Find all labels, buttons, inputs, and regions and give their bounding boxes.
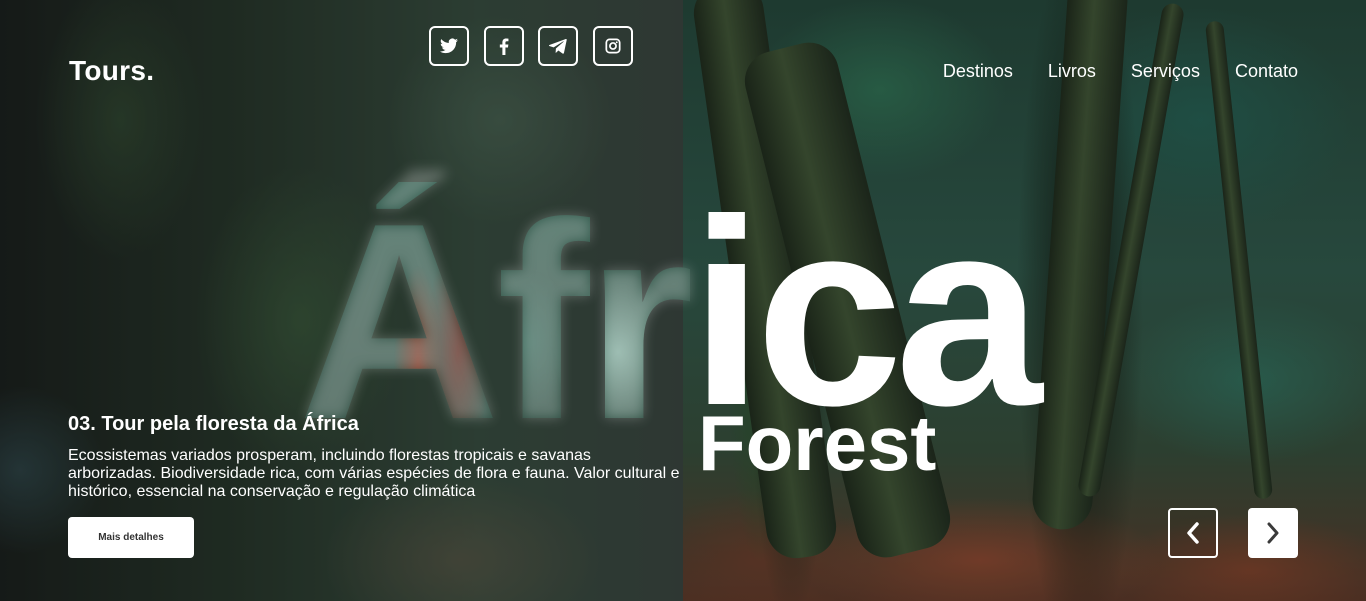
prev-slide-button[interactable] (1168, 508, 1218, 558)
instagram-icon (605, 38, 621, 54)
more-details-button[interactable]: Mais detalhes (68, 517, 194, 558)
telegram-button[interactable] (538, 26, 578, 66)
nav-item-livros[interactable]: Livros (1048, 60, 1096, 82)
nav-item-contato[interactable]: Contato (1235, 60, 1298, 82)
site-logo[interactable]: Tours. (69, 55, 154, 87)
main-nav: Destinos Livros Serviços Contato (943, 60, 1298, 82)
chevron-right-icon (1267, 522, 1279, 544)
nav-item-destinos[interactable]: Destinos (943, 60, 1013, 82)
tree-trunk (1204, 20, 1274, 500)
tour-title: 03. Tour pela floresta da África (68, 413, 359, 435)
nav-item-servicos[interactable]: Serviços (1131, 60, 1200, 82)
tour-description: Ecossistemas variados prosperam, incluin… (68, 447, 680, 500)
facebook-icon (499, 37, 509, 55)
instagram-button[interactable] (593, 26, 633, 66)
chevron-left-icon (1187, 522, 1199, 544)
twitter-button[interactable] (429, 26, 469, 66)
hero-title-right: ica (690, 165, 1042, 461)
next-slide-button[interactable] (1248, 508, 1298, 558)
hero-subtitle: Forest (698, 399, 937, 487)
facebook-button[interactable] (484, 26, 524, 66)
telegram-icon (549, 38, 567, 54)
page: Tours. Destinos Livros Serviços Contato … (0, 0, 1366, 601)
twitter-icon (440, 38, 458, 54)
